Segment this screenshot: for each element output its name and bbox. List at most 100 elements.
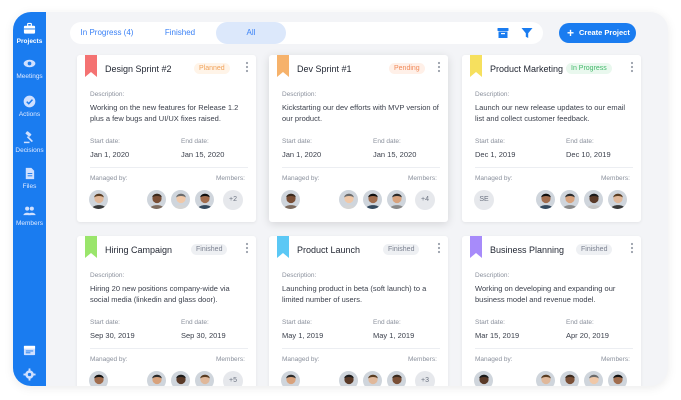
manager-avatar[interactable] bbox=[89, 190, 108, 209]
sidebar-item-meetings[interactable]: Meetings bbox=[13, 57, 46, 80]
member-avatar[interactable] bbox=[387, 190, 406, 209]
manager-avatar[interactable] bbox=[89, 371, 108, 386]
sidebar-item-label: Members bbox=[15, 220, 44, 227]
start-date-label: Start date: bbox=[90, 319, 120, 326]
project-card[interactable]: Hiring Campaign Finished Description: Hirin… bbox=[77, 236, 256, 386]
end-date: Jan 15, 2020 bbox=[373, 150, 417, 159]
status-badge: Finished bbox=[576, 244, 613, 255]
sidebar-item-settings[interactable] bbox=[13, 368, 46, 381]
browser-window-icon bbox=[23, 345, 36, 356]
start-date-label: Start date: bbox=[475, 138, 505, 145]
members-label: Members: bbox=[216, 175, 245, 182]
project-title: Design Sprint #2 bbox=[105, 64, 172, 74]
members-label: Members: bbox=[601, 175, 630, 182]
member-avatar[interactable] bbox=[584, 190, 603, 209]
member-avatar[interactable] bbox=[363, 371, 382, 386]
status-badge: Finished bbox=[191, 244, 228, 255]
bookmark-flag-icon bbox=[85, 236, 97, 258]
project-description: Working on developing and expanding our … bbox=[475, 284, 616, 304]
description-label: Description: bbox=[90, 91, 125, 98]
create-project-button[interactable]: + Create Project bbox=[559, 23, 636, 43]
project-card[interactable]: Product Marketing In Progress Description:… bbox=[462, 55, 641, 222]
start-date-label: Start date: bbox=[475, 319, 505, 326]
more-options-icon[interactable] bbox=[629, 242, 635, 254]
app-window: Projects Meetings Actions Decisions File… bbox=[13, 12, 668, 386]
check-circle-icon bbox=[23, 95, 36, 108]
sidebar: Projects Meetings Actions Decisions File… bbox=[13, 12, 46, 386]
member-avatar[interactable] bbox=[584, 371, 603, 386]
member-avatar[interactable] bbox=[171, 371, 190, 386]
member-avatar[interactable] bbox=[147, 371, 166, 386]
member-avatar[interactable] bbox=[147, 190, 166, 209]
project-description: Hiring 20 new positions company-wide via… bbox=[90, 284, 230, 304]
member-avatar[interactable] bbox=[195, 371, 214, 386]
manager-avatar[interactable] bbox=[281, 371, 300, 386]
card-divider bbox=[475, 348, 633, 349]
project-card[interactable]: Product Launch Finished Description: Launch… bbox=[269, 236, 448, 386]
card-divider bbox=[90, 348, 248, 349]
description-label: Description: bbox=[475, 272, 510, 279]
managed-by-label: Managed by: bbox=[282, 356, 320, 363]
sidebar-item-files[interactable]: Files bbox=[13, 167, 46, 190]
description-label: Description: bbox=[475, 91, 510, 98]
end-date: Dec 10, 2019 bbox=[566, 150, 611, 159]
sidebar-item-members[interactable]: Members bbox=[13, 204, 46, 227]
gear-icon bbox=[23, 368, 36, 381]
project-title: Product Marketing bbox=[490, 64, 564, 74]
archive-icon[interactable] bbox=[497, 27, 509, 39]
project-title: Dev Sprint #1 bbox=[297, 64, 352, 74]
tab-all[interactable]: All bbox=[216, 22, 286, 44]
member-avatar[interactable] bbox=[560, 190, 579, 209]
member-avatar[interactable] bbox=[363, 190, 382, 209]
member-avatar[interactable] bbox=[608, 371, 627, 386]
status-tabs: In Progress (4) Finished All bbox=[70, 22, 543, 44]
members-more-count[interactable]: +4 bbox=[415, 190, 435, 210]
more-options-icon[interactable] bbox=[244, 242, 250, 254]
end-date-label: End date: bbox=[373, 319, 401, 326]
member-avatar[interactable] bbox=[195, 190, 214, 209]
members-more-count[interactable]: +2 bbox=[223, 190, 243, 210]
members-icon bbox=[23, 206, 36, 216]
member-avatar[interactable] bbox=[536, 190, 555, 209]
project-title: Business Planning bbox=[490, 245, 565, 255]
more-options-icon[interactable] bbox=[436, 61, 442, 73]
sidebar-item-window[interactable] bbox=[13, 344, 46, 357]
members-more-count[interactable]: +5 bbox=[223, 371, 243, 386]
end-date-label: End date: bbox=[181, 138, 209, 145]
project-card[interactable]: Dev Sprint #1 Pending Description: Kickstar… bbox=[269, 55, 448, 222]
members-label: Members: bbox=[408, 175, 437, 182]
member-avatar[interactable] bbox=[608, 190, 627, 209]
briefcase-icon bbox=[23, 22, 36, 34]
member-avatar[interactable] bbox=[387, 371, 406, 386]
tab-finished[interactable]: Finished bbox=[144, 22, 216, 44]
more-options-icon[interactable] bbox=[629, 61, 635, 73]
start-date: Jan 1, 2020 bbox=[282, 150, 322, 159]
project-description: Launch our new release updates to our em… bbox=[475, 103, 626, 123]
member-avatar[interactable] bbox=[339, 190, 358, 209]
member-avatar[interactable] bbox=[339, 371, 358, 386]
bookmark-flag-icon bbox=[277, 236, 289, 258]
start-date-label: Start date: bbox=[282, 138, 312, 145]
project-card[interactable]: Business Planning Finished Description: Wor… bbox=[462, 236, 641, 386]
description-label: Description: bbox=[90, 272, 125, 279]
manager-avatar[interactable] bbox=[474, 371, 493, 386]
member-avatar[interactable] bbox=[536, 371, 555, 386]
sidebar-item-actions[interactable]: Actions bbox=[13, 95, 46, 118]
member-avatar[interactable] bbox=[171, 190, 190, 209]
manager-avatar[interactable] bbox=[281, 190, 300, 209]
sidebar-item-label: Decisions bbox=[15, 147, 44, 154]
member-avatar[interactable] bbox=[560, 371, 579, 386]
filter-icon[interactable] bbox=[521, 27, 533, 39]
more-options-icon[interactable] bbox=[244, 61, 250, 73]
sidebar-item-projects[interactable]: Projects bbox=[13, 22, 46, 45]
sidebar-item-label: Projects bbox=[16, 38, 43, 45]
end-date-label: End date: bbox=[181, 319, 209, 326]
bookmark-flag-icon bbox=[470, 236, 482, 258]
more-options-icon[interactable] bbox=[436, 242, 442, 254]
tab-in-progress[interactable]: In Progress (4) bbox=[70, 22, 144, 44]
project-card[interactable]: Design Sprint #2 Planned Description: Worki… bbox=[77, 55, 256, 222]
sidebar-item-label: Files bbox=[22, 183, 37, 190]
sidebar-item-decisions[interactable]: Decisions bbox=[13, 131, 46, 154]
members-more-count[interactable]: +3 bbox=[415, 371, 435, 386]
manager-avatar[interactable]: SE bbox=[474, 190, 494, 210]
